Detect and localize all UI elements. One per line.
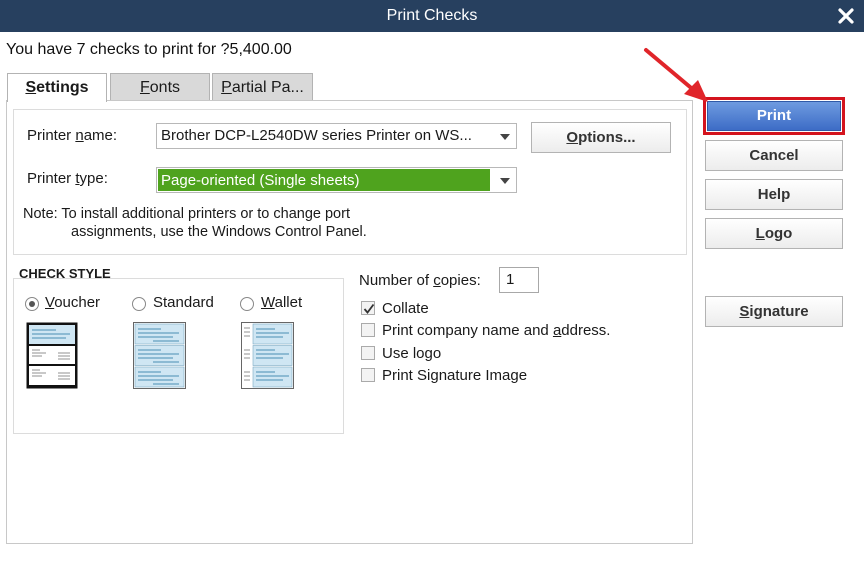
copies-input[interactable]: 1 bbox=[499, 267, 539, 293]
options-button[interactable]: Options... bbox=[531, 122, 671, 153]
standard-radio[interactable] bbox=[132, 297, 146, 311]
signature-button[interactable]: Signature bbox=[705, 296, 843, 327]
copies-label: Number of copies: bbox=[359, 272, 481, 289]
voucher-label[interactable]: Voucher bbox=[45, 294, 100, 311]
checkmark-icon bbox=[363, 303, 375, 314]
standard-label[interactable]: Standard bbox=[153, 294, 214, 311]
printer-note-line1: Note: To install additional printers or … bbox=[23, 206, 350, 222]
check-style-group: Voucher Standard Wallet bbox=[13, 278, 344, 434]
checks-summary: You have 7 checks to print for ?5,400.00 bbox=[6, 41, 292, 58]
voucher-radio[interactable] bbox=[25, 297, 39, 311]
tab-fonts-accel: F bbox=[139, 79, 150, 96]
collate-checkbox[interactable] bbox=[361, 301, 375, 315]
chevron-down-icon[interactable] bbox=[493, 168, 516, 192]
print-company-name-checkbox[interactable] bbox=[361, 323, 375, 337]
printer-name-dropdown[interactable]: Brother DCP-L2540DW series Printer on WS… bbox=[156, 123, 517, 149]
tab-settings-accel: S bbox=[25, 79, 37, 96]
printer-note-line2: assignments, use the Windows Control Pan… bbox=[71, 224, 367, 240]
window-title: Print Checks bbox=[386, 7, 478, 24]
print-company-name-label[interactable]: Print company name and address. bbox=[382, 322, 610, 339]
settings-panel: Printer name: Brother DCP-L2540DW series… bbox=[6, 100, 693, 544]
tab-partial-label: artial Pa... bbox=[231, 79, 304, 96]
print-signature-label[interactable]: Print Signature Image bbox=[382, 367, 527, 384]
title-bar: Print Checks bbox=[0, 0, 864, 32]
printer-name-label: Printer name: bbox=[27, 127, 118, 144]
use-logo-label[interactable]: Use logo bbox=[382, 345, 441, 362]
wallet-preview-icon[interactable] bbox=[241, 322, 294, 389]
printer-name-value: Brother DCP-L2540DW series Printer on WS… bbox=[161, 127, 472, 144]
use-logo-checkbox[interactable] bbox=[361, 346, 375, 360]
wallet-radio[interactable] bbox=[240, 297, 254, 311]
print-button[interactable]: Print bbox=[703, 97, 845, 135]
tab-fonts-label: onts bbox=[149, 79, 181, 96]
help-button[interactable]: Help bbox=[705, 179, 843, 210]
close-icon[interactable] bbox=[834, 4, 858, 28]
printer-type-value: Page-oriented (Single sheets) bbox=[158, 169, 490, 191]
tab-partial-accel: P bbox=[221, 79, 232, 96]
tab-partial-page[interactable]: Partial Pa... bbox=[212, 73, 313, 101]
collate-label[interactable]: Collate bbox=[382, 300, 429, 317]
annotation-arrow-icon bbox=[644, 48, 708, 102]
wallet-label[interactable]: Wallet bbox=[261, 294, 302, 311]
printer-group: Printer name: Brother DCP-L2540DW series… bbox=[13, 109, 687, 255]
printer-type-label: Printer type: bbox=[27, 170, 108, 187]
tab-settings[interactable]: Settings bbox=[7, 73, 107, 102]
voucher-preview-icon[interactable] bbox=[26, 322, 78, 389]
cancel-button[interactable]: Cancel bbox=[705, 140, 843, 171]
printer-type-dropdown[interactable]: Page-oriented (Single sheets) bbox=[156, 167, 517, 193]
tab-fonts[interactable]: Fonts bbox=[110, 73, 210, 101]
chevron-down-icon[interactable] bbox=[493, 124, 516, 148]
standard-preview-icon[interactable] bbox=[133, 322, 186, 389]
logo-button[interactable]: Logo bbox=[705, 218, 843, 249]
print-signature-checkbox[interactable] bbox=[361, 368, 375, 382]
tab-settings-label: ettings bbox=[36, 79, 89, 96]
